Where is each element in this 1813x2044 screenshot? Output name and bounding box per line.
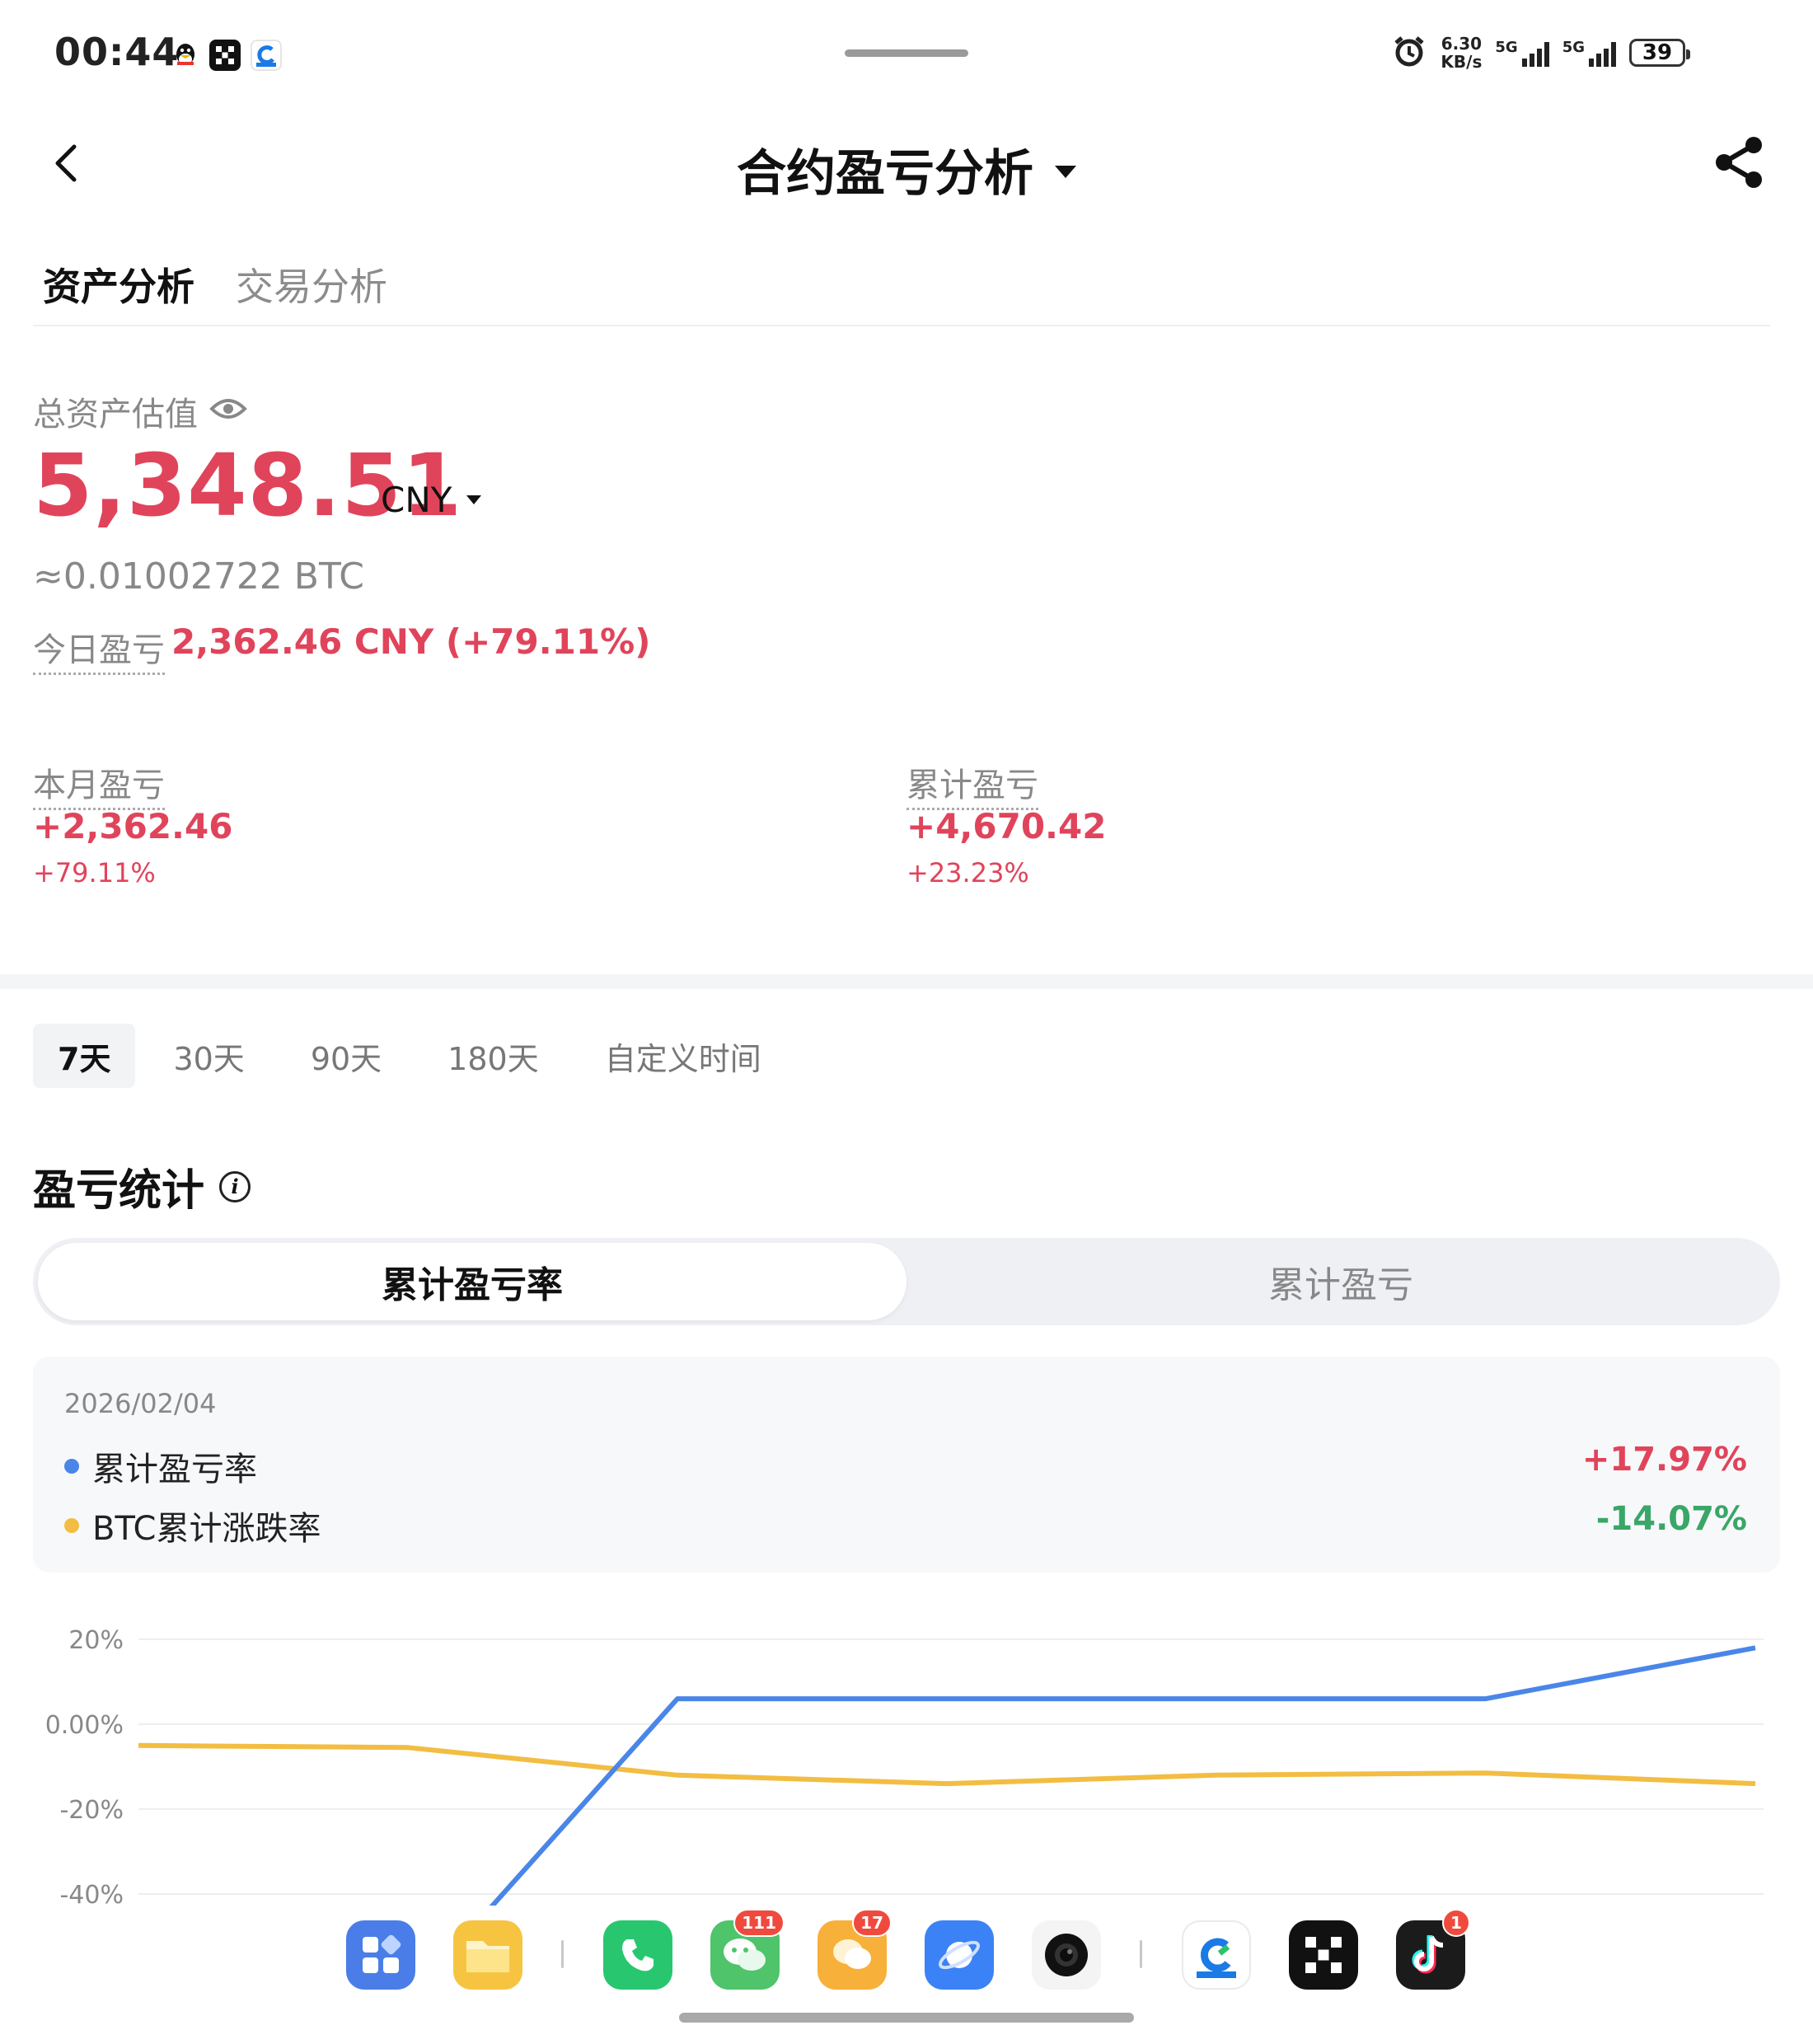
home-indicator[interactable] bbox=[679, 2013, 1134, 2023]
exchange-icon[interactable] bbox=[1289, 1920, 1358, 1990]
wechat-icon[interactable]: 111 bbox=[710, 1909, 785, 1990]
camera-icon[interactable] bbox=[1032, 1920, 1101, 1990]
cumulative-pnl-value: +4,670.42 bbox=[906, 806, 1107, 846]
network-speed-unit: KB/s bbox=[1441, 52, 1483, 72]
btc-equivalent: ≈0.01002722 BTC bbox=[33, 556, 364, 598]
page-title-text: 合约盈亏分析 bbox=[737, 145, 1033, 203]
cumulative-pnl-pct: +23.23% bbox=[906, 857, 1029, 888]
share-button[interactable] bbox=[1711, 134, 1768, 191]
status-time: 00:44 bbox=[54, 30, 180, 74]
info-icon[interactable]: i bbox=[219, 1170, 251, 1202]
tab-trade-analysis[interactable]: 交易分析 bbox=[236, 257, 387, 312]
app-c-icon[interactable] bbox=[1182, 1920, 1251, 1990]
range-custom[interactable]: 自定义时间 bbox=[577, 1024, 789, 1088]
tooltip-row2-value: -14.07% bbox=[1595, 1500, 1747, 1538]
apps-grid-icon[interactable] bbox=[346, 1920, 415, 1990]
page-title[interactable]: 合约盈亏分析 bbox=[0, 134, 1813, 205]
signal-sim1-icon: 5G bbox=[1495, 39, 1549, 67]
range-90d[interactable]: 90天 bbox=[283, 1024, 410, 1088]
wechat-badge: 111 bbox=[733, 1909, 785, 1937]
total-assets-label: 总资产估值 bbox=[33, 387, 247, 435]
browser-icon[interactable] bbox=[925, 1920, 994, 1990]
caret-down-icon bbox=[1055, 165, 1076, 178]
files-icon[interactable] bbox=[453, 1920, 522, 1990]
network-speed: 6.30 KB/s bbox=[1441, 35, 1482, 71]
month-pnl-pct: +79.11% bbox=[33, 857, 156, 888]
phone-icon[interactable] bbox=[603, 1920, 672, 1990]
dock-separator bbox=[561, 1940, 564, 1968]
blue-dot-icon bbox=[64, 1459, 79, 1474]
month-pnl-label[interactable]: 本月盈亏 bbox=[33, 758, 165, 810]
chat-icon[interactable]: 17 bbox=[817, 1909, 892, 1990]
sim2-label: 5G bbox=[1562, 39, 1585, 56]
sim1-label: 5G bbox=[1495, 39, 1518, 56]
app-c-status-icon bbox=[251, 40, 282, 71]
battery-level: 39 bbox=[1642, 40, 1673, 65]
tooltip-row-cumulative-rate: 累计盈亏率 bbox=[64, 1442, 257, 1490]
time-range-selector: 7天 30天 90天 180天 自定义时间 bbox=[33, 1024, 789, 1088]
today-pnl-label[interactable]: 今日盈亏 bbox=[33, 623, 165, 675]
currency-label: CNY bbox=[381, 480, 452, 520]
today-pnl-value: 2,362.46 CNY (+79.11%) bbox=[171, 621, 651, 662]
cumulative-pnl-label[interactable]: 累计盈亏 bbox=[906, 758, 1038, 810]
tooltip-row-btc-rate: BTC累计涨跌率 bbox=[64, 1502, 321, 1549]
pnl-section-title-text: 盈亏统计 bbox=[33, 1166, 205, 1216]
tiktok-icon[interactable]: 1 bbox=[1396, 1909, 1470, 1990]
tooltip-date: 2026/02/04 bbox=[64, 1388, 217, 1419]
currency-selector[interactable]: CNY bbox=[381, 480, 482, 520]
exchange-status-icon bbox=[209, 40, 241, 71]
month-pnl-value: +2,362.46 bbox=[33, 806, 233, 846]
total-assets-label-text: 总资产估值 bbox=[33, 396, 198, 434]
eye-icon[interactable] bbox=[209, 392, 247, 430]
pnl-section-title: 盈亏统计 i bbox=[33, 1156, 251, 1217]
pnl-line-chart[interactable]: 20% 0.00% -20% -40% bbox=[0, 1599, 1813, 1912]
tabs-divider bbox=[33, 325, 1770, 326]
y-tick-label: 20% bbox=[68, 1626, 124, 1655]
range-7d[interactable]: 7天 bbox=[33, 1024, 136, 1088]
pnl-mode-toggle: 累计盈亏率 累计盈亏 bbox=[33, 1238, 1780, 1325]
signal-sim2-icon: 5G bbox=[1562, 39, 1616, 67]
yellow-dot-icon bbox=[64, 1518, 79, 1533]
network-speed-value: 6.30 bbox=[1441, 34, 1483, 54]
alarm-icon bbox=[1391, 33, 1427, 73]
top-drag-handle[interactable] bbox=[845, 49, 968, 57]
tooltip-row1-label: 累计盈亏率 bbox=[92, 1451, 257, 1488]
series-line-cumulative-rate bbox=[489, 1645, 1756, 1906]
range-30d[interactable]: 30天 bbox=[145, 1024, 272, 1088]
chat-badge: 17 bbox=[852, 1909, 892, 1937]
tooltip-row2-label: BTC累计涨跌率 bbox=[92, 1510, 321, 1548]
range-180d[interactable]: 180天 bbox=[419, 1024, 567, 1088]
section-divider bbox=[0, 974, 1813, 989]
share-icon bbox=[1716, 137, 1762, 188]
qq-icon bbox=[170, 40, 201, 71]
tooltip-row1-value: +17.97% bbox=[1581, 1441, 1747, 1479]
tiktok-badge: 1 bbox=[1442, 1909, 1470, 1937]
battery-icon: 39 bbox=[1629, 39, 1690, 67]
tab-asset-analysis[interactable]: 资产分析 bbox=[43, 257, 194, 312]
seg-cumulative-rate[interactable]: 累计盈亏率 bbox=[38, 1243, 906, 1320]
caret-down-icon bbox=[466, 495, 482, 504]
dock-separator bbox=[1140, 1940, 1142, 1968]
y-tick-label: 0.00% bbox=[45, 1711, 124, 1740]
series-line-btc-rate bbox=[138, 1742, 1756, 1787]
seg-cumulative-pnl[interactable]: 累计盈亏 bbox=[906, 1243, 1775, 1320]
y-tick-label: -20% bbox=[59, 1796, 124, 1825]
status-right-group: 6.30 KB/s 5G 5G 39 bbox=[1391, 33, 1690, 73]
y-tick-label: -40% bbox=[59, 1881, 124, 1910]
